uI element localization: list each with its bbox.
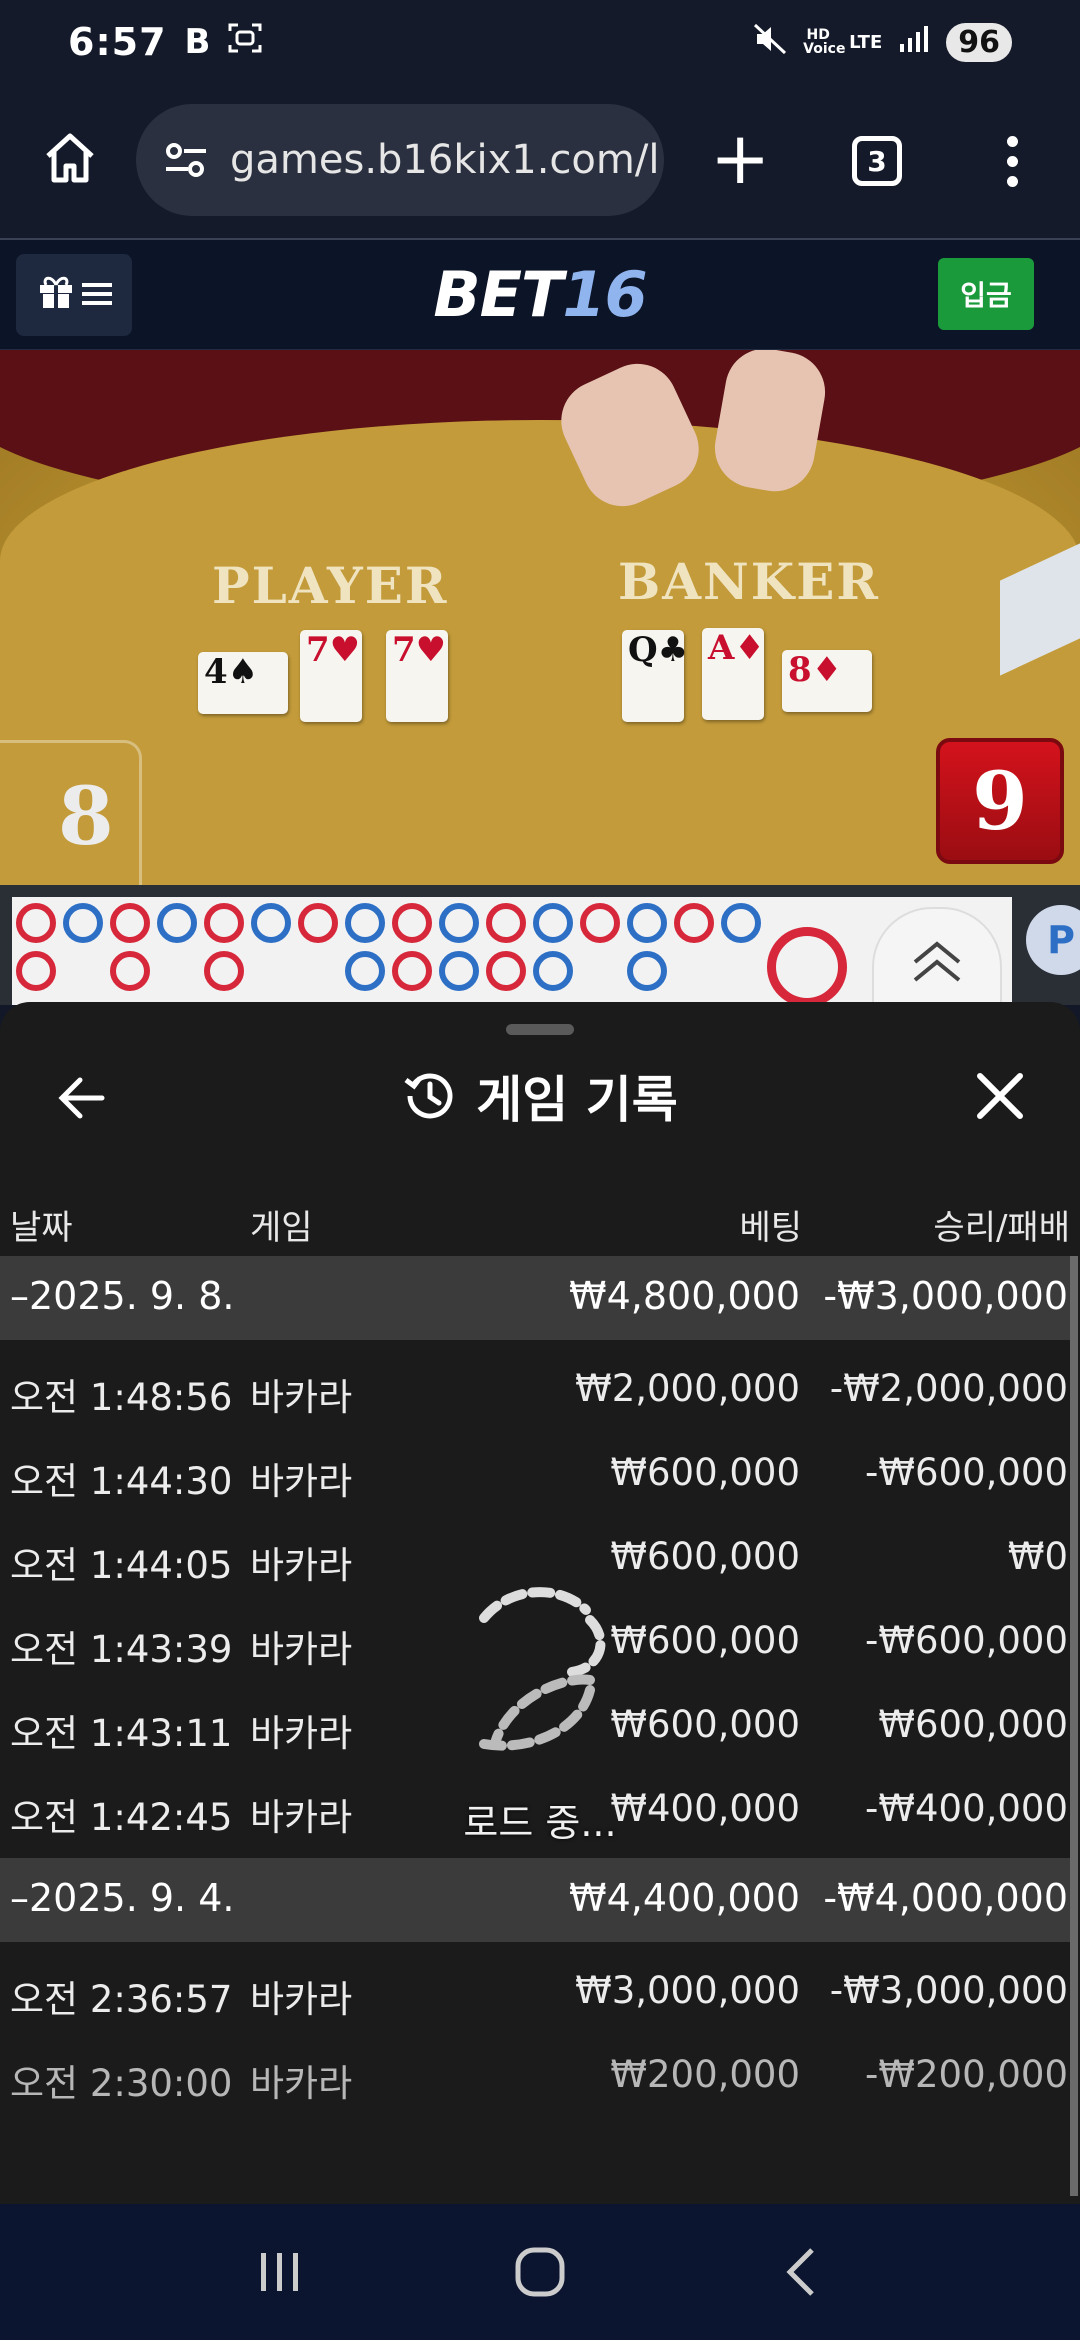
- status-bar: 6:57 B HD Voice LTE 96: [0, 0, 1080, 84]
- banker-card-1: Q♣: [622, 630, 688, 722]
- table-row-partial: — — — —: [0, 2110, 1072, 2150]
- road-bead: [63, 903, 103, 943]
- android-nav-bar: [0, 2204, 1080, 2340]
- sheet-drag-handle[interactable]: [506, 1024, 574, 1035]
- road-bead: [486, 951, 526, 991]
- player-card-3: 7♥: [386, 630, 448, 722]
- road-bead: [580, 903, 620, 943]
- site-header: BET16 입금: [0, 240, 1080, 350]
- lte-icon: LTE: [849, 31, 883, 53]
- road-bead: [16, 903, 56, 943]
- expand-up-button[interactable]: [872, 907, 1002, 1017]
- date-group-row[interactable]: –2025. 9. 8. ₩4,800,000 -₩3,000,000: [0, 1256, 1072, 1340]
- banker-card-2: A♦: [702, 628, 765, 720]
- road-bead: [298, 903, 338, 943]
- live-video-feed: PLAYER BANKER 4♠ 7♥ 7♥ Q♣ A♦ 8♦ 8 9: [0, 350, 1080, 885]
- road-bead: [439, 951, 479, 991]
- player-score: 8: [58, 769, 114, 863]
- close-icon[interactable]: [970, 1066, 1030, 1126]
- home-nav-icon[interactable]: [500, 2232, 580, 2312]
- road-grid[interactable]: [12, 897, 1012, 1007]
- back-nav-icon[interactable]: [760, 2232, 840, 2312]
- mute-icon: [753, 23, 787, 62]
- col-date: 날짜: [10, 1208, 73, 1248]
- banker-label: BANKER: [618, 552, 880, 611]
- signal-icon: [898, 24, 930, 61]
- road-bead: [627, 903, 667, 943]
- date-group-row[interactable]: –2025. 9. 4. ₩4,400,000 -₩4,000,000: [0, 1858, 1072, 1942]
- b-app-icon: B: [184, 22, 211, 62]
- road-bead: [345, 903, 385, 943]
- road-bead: [110, 951, 150, 991]
- browser-toolbar: games.b16kix1.com/l + 3: [0, 84, 1080, 238]
- road-bead: [674, 903, 714, 943]
- player-score-box: 8: [0, 740, 142, 885]
- road-bead: [486, 903, 526, 943]
- col-game: 게임: [250, 1208, 313, 1248]
- status-time: 6:57: [68, 20, 167, 64]
- col-bet: 베팅: [739, 1208, 802, 1248]
- banker-score: 9: [936, 738, 1064, 864]
- road-bead: [627, 951, 667, 991]
- recent-apps-icon[interactable]: [240, 2232, 320, 2312]
- bead-road: P: [0, 885, 1080, 1017]
- table-row[interactable]: 오전 2:36:57 바카라 ₩3,000,000 -₩3,000,000: [0, 1949, 1072, 2033]
- road-bead: [110, 903, 150, 943]
- site-settings-icon[interactable]: [164, 140, 208, 180]
- loading-text: 로드 중...: [463, 1801, 617, 1845]
- scrollbar[interactable]: [1070, 1256, 1078, 2196]
- battery-indicator: 96: [946, 22, 1012, 62]
- player-card-1: 4♠: [198, 652, 288, 714]
- deposit-button[interactable]: 입금: [938, 258, 1034, 330]
- table-row[interactable]: 오전 2:30:00 바카라 ₩200,000 -₩200,000: [0, 2033, 1072, 2117]
- table-row[interactable]: 오전 1:48:56 바카라 ₩2,000,000 -₩2,000,000: [0, 1347, 1072, 1431]
- site-logo[interactable]: BET16: [0, 258, 1080, 331]
- sheet-title: 게임 기록: [476, 1071, 678, 1129]
- road-bead-current: [767, 927, 847, 1007]
- road-bead: [251, 903, 291, 943]
- screen: 6:57 B HD Voice LTE 96 games.b16kix1.com…: [0, 0, 1080, 2340]
- home-icon[interactable]: [40, 128, 100, 188]
- road-bead: [439, 903, 479, 943]
- sheet-header: 게임 기록: [0, 1060, 1080, 1132]
- road-bead: [16, 951, 56, 991]
- road-bead: [392, 903, 432, 943]
- address-bar[interactable]: games.b16kix1.com/l: [136, 104, 664, 216]
- table-header: 날짜 게임 베팅 승리/패배: [0, 1178, 1080, 1258]
- player-label: PLAYER: [212, 556, 449, 615]
- history-icon: [402, 1068, 458, 1124]
- road-bead: [157, 903, 197, 943]
- more-menu-icon[interactable]: [1000, 136, 1024, 192]
- tab-switcher-button[interactable]: 3: [852, 136, 902, 186]
- table-row[interactable]: 오전 1:44:30 바카라 ₩600,000 -₩600,000: [0, 1431, 1072, 1515]
- road-bead: [533, 903, 573, 943]
- player-predict-button[interactable]: P: [1026, 905, 1080, 975]
- road-bead: [721, 903, 761, 943]
- road-bead: [533, 951, 573, 991]
- player-card-2: 7♥: [300, 630, 362, 722]
- road-bead: [392, 951, 432, 991]
- screen-record-icon: [228, 23, 262, 61]
- hd-voice-icon: HD Voice: [803, 27, 846, 57]
- table-felt: [0, 420, 1080, 885]
- col-win-loss: 승리/패배: [933, 1208, 1070, 1248]
- new-tab-icon[interactable]: +: [710, 122, 770, 202]
- url-text[interactable]: games.b16kix1.com/l: [230, 137, 659, 183]
- road-bead: [204, 903, 244, 943]
- road-bead: [204, 951, 244, 991]
- road-bead: [345, 951, 385, 991]
- loading-spinner-icon: [440, 1580, 640, 1770]
- banker-card-3: 8♦: [782, 650, 872, 712]
